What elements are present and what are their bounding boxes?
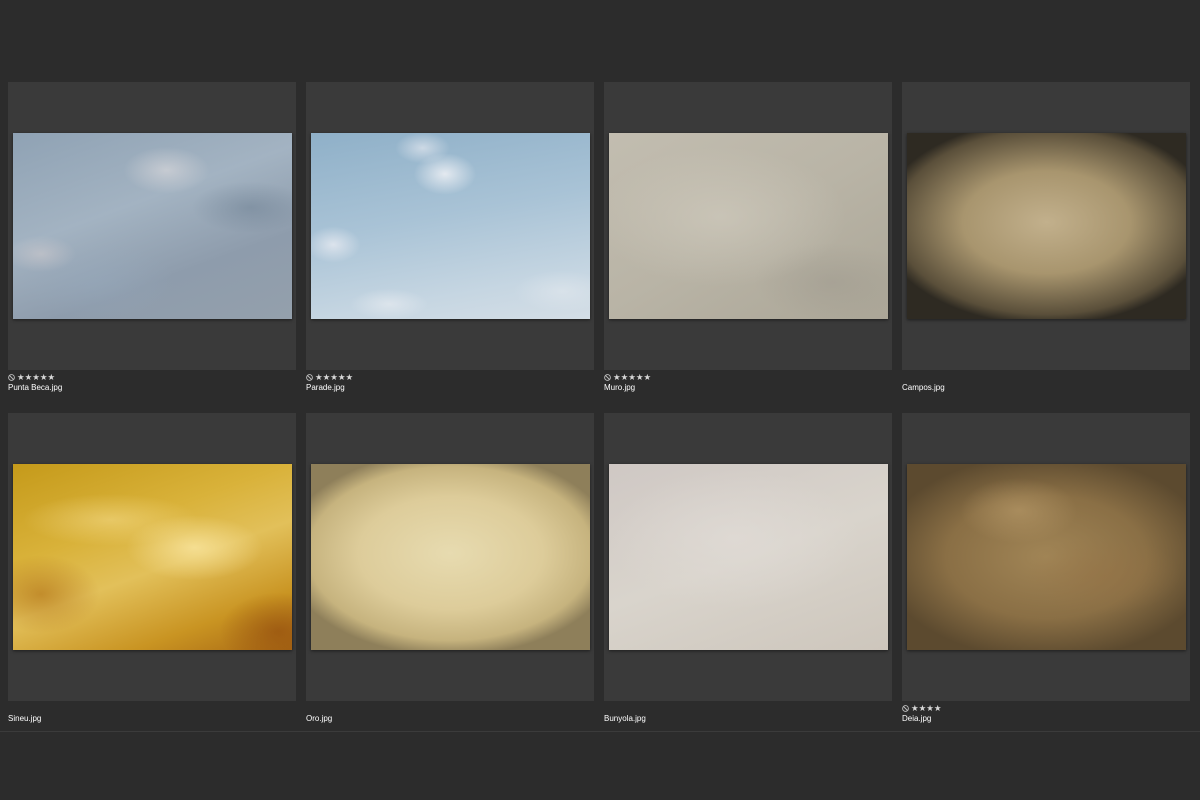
filename-label: Oro.jpg	[306, 714, 333, 723]
thumbnail-meta-bunyola: Bunyola.jpg	[604, 703, 892, 729]
thumbnail-image-sineu[interactable]	[13, 464, 292, 650]
thumbnail-image-deia[interactable]	[907, 464, 1186, 650]
thumbnail-meta-sineu: Sineu.jpg	[8, 703, 296, 729]
thumbnail-image-parade[interactable]	[311, 133, 590, 319]
reject-flag-icon[interactable]	[902, 705, 909, 712]
thumbnail-meta-parade: ★★★★★ Parade.jpg	[306, 372, 594, 398]
filename-label: Parade.jpg	[306, 383, 345, 392]
filename-label: Sineu.jpg	[8, 714, 42, 723]
thumbnail-grid: ★★★★★ Punta Beca.jpg ★★★★★ Parade.jpg ★★…	[0, 0, 1200, 800]
filename-label: Muro.jpg	[604, 383, 636, 392]
reject-flag-icon[interactable]	[604, 374, 611, 381]
thumbnail-meta-campos: Campos.jpg	[902, 372, 1190, 398]
reject-flag-icon[interactable]	[8, 374, 15, 381]
bottom-divider	[0, 731, 1200, 732]
thumbnail-meta-deia: ★★★★ Deia.jpg	[902, 703, 1190, 729]
thumbnail-image-bunyola[interactable]	[609, 464, 888, 650]
thumbnail-image-oro[interactable]	[311, 464, 590, 650]
thumbnail-meta-oro: Oro.jpg	[306, 703, 594, 729]
thumbnail-image-punta-beca[interactable]	[13, 133, 292, 319]
thumbnail-cell-deia[interactable]	[902, 413, 1190, 701]
filename-label: Punta Beca.jpg	[8, 383, 63, 392]
filename-label: Bunyola.jpg	[604, 714, 646, 723]
thumbnail-image-campos[interactable]	[907, 133, 1186, 319]
thumbnail-cell-parade[interactable]	[306, 82, 594, 370]
thumbnail-image-muro[interactable]	[609, 133, 888, 319]
thumbnail-cell-bunyola[interactable]	[604, 413, 892, 701]
thumbnail-cell-punta-beca[interactable]	[8, 82, 296, 370]
reject-flag-icon[interactable]	[306, 374, 313, 381]
thumbnail-cell-sineu[interactable]	[8, 413, 296, 701]
thumbnail-meta-punta-beca: ★★★★★ Punta Beca.jpg	[8, 372, 296, 398]
thumbnail-meta-muro: ★★★★★ Muro.jpg	[604, 372, 892, 398]
filename-label: Deia.jpg	[902, 714, 932, 723]
thumbnail-cell-muro[interactable]	[604, 82, 892, 370]
thumbnail-cell-campos[interactable]	[902, 82, 1190, 370]
thumbnail-cell-oro[interactable]	[306, 413, 594, 701]
filename-label: Campos.jpg	[902, 383, 945, 392]
